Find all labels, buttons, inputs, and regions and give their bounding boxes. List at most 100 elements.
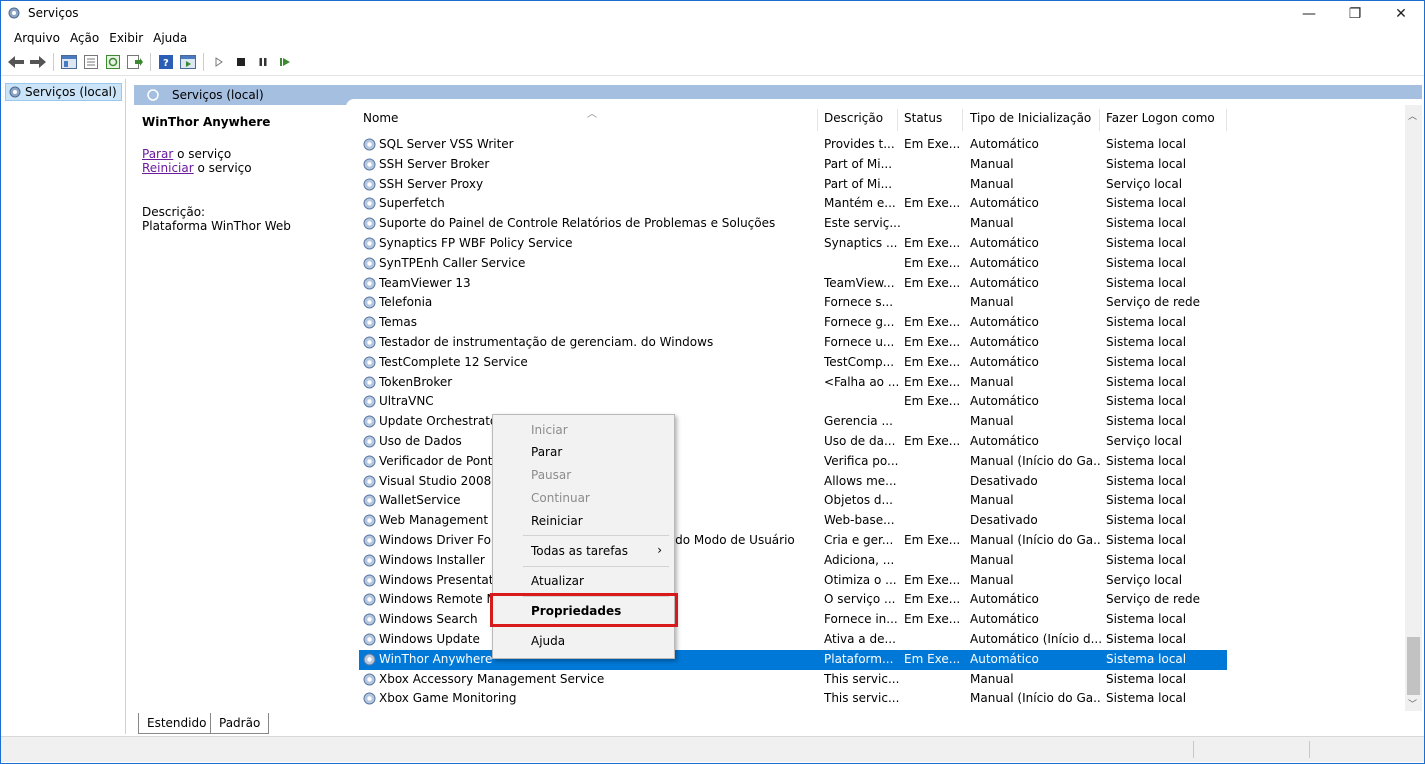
restart-service-icon[interactable] [275,52,295,72]
table-row[interactable]: TeamViewer 13 TeamView... Em Exe... Automát… [359,274,1227,294]
cell-status: Em Exe... [904,196,961,211]
minimize-button[interactable]: — [1286,1,1332,27]
table-row[interactable]: Suporte do Painel de Controle Relatórios… [359,214,1227,234]
table-row[interactable]: TokenBroker <Falha ao ... Em Exe... Manual S… [359,373,1227,393]
service-gear-icon [363,415,376,428]
start-service-icon[interactable] [209,52,229,72]
help-icon[interactable]: ? [156,52,176,72]
cell-logon: Sistema local [1106,671,1187,686]
column-header-name[interactable]: Nome [363,111,398,131]
service-gear-icon [363,574,376,587]
stop-service-link[interactable]: Parar [142,147,173,161]
tab-extended[interactable]: Estendido [138,713,216,734]
menu-item-restart[interactable]: Reiniciar [531,514,583,528]
cell-name: Suporte do Painel de Controle Relatórios… [379,216,776,231]
cell-logon: Sistema local [1106,255,1187,270]
tab-standard[interactable]: Padrão [210,713,270,734]
cell-startup: Automático [970,434,1039,448]
table-row[interactable]: Superfetch Mantém e... Em Exe... Automático… [359,194,1227,214]
table-row[interactable]: Windows Installer Adiciona, ... Manual Sist… [359,551,1227,571]
table-row[interactable]: SSH Server Proxy Part of Mi... Manual Servi… [359,175,1227,195]
service-gear-icon [363,653,376,666]
scroll-up-icon[interactable]: ︿ [1408,109,1417,122]
cell-startup: Automático [970,236,1039,250]
cell-status: Em Exe... [904,315,961,330]
table-row[interactable]: Temas Fornece g... Em Exe... Automático Sist… [359,313,1227,333]
table-row[interactable]: Testador de instrumentação de gerenciam.… [359,333,1227,353]
table-row[interactable]: Synaptics FP WBF Policy Service Synaptics… [359,234,1227,254]
table-row[interactable]: SQL Server VSS Writer Provides t... Em Exe… [359,135,1227,155]
menu-exibir[interactable]: Exibir [104,31,148,45]
forward-arrow-icon[interactable] [28,52,48,72]
menu-arquivo[interactable]: Arquivo [9,31,65,45]
refresh-icon[interactable] [103,52,123,72]
menu-item-start: Iniciar [531,423,568,437]
scrollbar-thumb[interactable] [1407,637,1420,695]
cell-desc: Otimiza o ... [824,572,897,587]
menu-item-help[interactable]: Ajuda [531,634,565,648]
table-row[interactable]: Web Management Web-base... Desativado Siste… [359,511,1227,531]
menu-ajuda[interactable]: Ajuda [148,31,192,45]
table-row[interactable]: Visual Studio 2008 Remote DebuggerAllows… [359,472,1227,492]
table-row[interactable]: Verificador de Ponto Verifica po... Manual… [359,452,1227,472]
properties-sheet-icon[interactable] [81,52,101,72]
console-view-icon[interactable] [178,52,198,72]
cell-desc: Fornece u... [824,335,895,349]
table-row[interactable]: Xbox Game Monitoring This servic... Manual… [359,689,1227,709]
table-row[interactable]: UltraVNC Em Exe... Automático Sistema local [359,392,1227,412]
cell-status: Em Exe... [904,275,961,290]
table-row[interactable]: Windows Update Ativa a de... Automático (I… [359,630,1227,650]
cell-startup: Desativado [970,513,1038,528]
view-tabs: Estendido Padrão [134,713,1422,735]
toolbar-separator [150,53,151,71]
cell-startup: Desativado [970,473,1038,488]
cell-name: SSH Server Proxy [379,176,484,191]
back-arrow-icon[interactable] [6,52,26,72]
cell-logon: Sistema local [1106,473,1187,488]
column-header-description[interactable]: Descrição [824,111,883,131]
cell-logon: Sistema local [1106,374,1187,389]
scroll-down-icon[interactable]: ﹀ [1408,697,1417,710]
tree-item-services-local[interactable]: Serviços (local) [5,83,122,101]
table-row[interactable]: Windows Presentation Foundation Font Cac… [359,571,1227,591]
table-row[interactable]: TestComplete 12 Service TestComp... Em Exe… [359,353,1227,373]
stop-service-icon[interactable] [231,52,251,72]
cell-name: SynTPEnh Caller Service [379,255,526,270]
services-window: Serviços — ❐ ✕ Arquivo Ação Exibir Ajuda… [0,0,1425,764]
cell-desc: Adiciona, ... [824,552,895,567]
table-row[interactable]: SSH Server Broker Part of Mi... Manual Sist… [359,155,1227,175]
restart-service-link[interactable]: Reiniciar [142,161,194,175]
cell-name: Testador de instrumentação de gerenciam.… [379,335,714,349]
cell-startup: Manual (Início do Ga... [970,453,1102,468]
table-row[interactable]: WinThor Anywhere Plataform... Em Exe... Aut… [359,649,1227,670]
menu-item-refresh[interactable]: Atualizar [531,574,584,588]
column-header-startup-type[interactable]: Tipo de Inicialização [970,111,1091,131]
vertical-scrollbar[interactable]: ︿ ﹀ [1405,105,1422,711]
table-row[interactable]: Telefonia Fornece s... Manual Serviço de re… [359,293,1227,313]
cell-logon: Sistema local [1106,513,1187,528]
column-header-log-on-as[interactable]: Fazer Logon como [1106,111,1215,131]
cell-logon: Sistema local [1106,453,1187,468]
pause-service-icon[interactable] [253,52,273,72]
close-button[interactable]: ✕ [1378,1,1424,27]
status-bar [1,736,1424,762]
cell-logon: Sistema local [1106,394,1187,409]
maximize-button[interactable]: ❐ [1332,1,1378,27]
cell-logon: Sistema local [1106,315,1187,330]
menu-acao[interactable]: Ação [65,31,104,45]
console-tree-icon[interactable] [59,52,79,72]
service-gear-icon [363,158,376,171]
table-row[interactable]: Update Orchestrator Service Gerencia ... M… [359,412,1227,432]
table-row[interactable]: Windows Driver Foundation - Estrutura de… [359,531,1227,551]
menu-item-stop[interactable]: Parar [531,445,562,459]
table-row[interactable]: Uso de Dados Uso de da... Em Exe... Automát… [359,432,1227,452]
service-gear-icon [363,514,376,527]
export-list-icon[interactable] [125,52,145,72]
column-header-status[interactable]: Status [904,111,942,131]
menu-item-all-tasks[interactable]: Todas as tarefas [531,544,628,558]
cell-startup: Manual [970,552,1014,567]
services-pane: Serviços (local) WinThor Anywhere Parar … [134,85,1422,711]
table-row[interactable]: Xbox Accessory Management Service This se… [359,670,1227,690]
table-row[interactable]: SynTPEnh Caller Service Em Exe... Automáti… [359,254,1227,274]
table-row[interactable]: WalletService Objetos d... Manual Sistema l… [359,491,1227,511]
